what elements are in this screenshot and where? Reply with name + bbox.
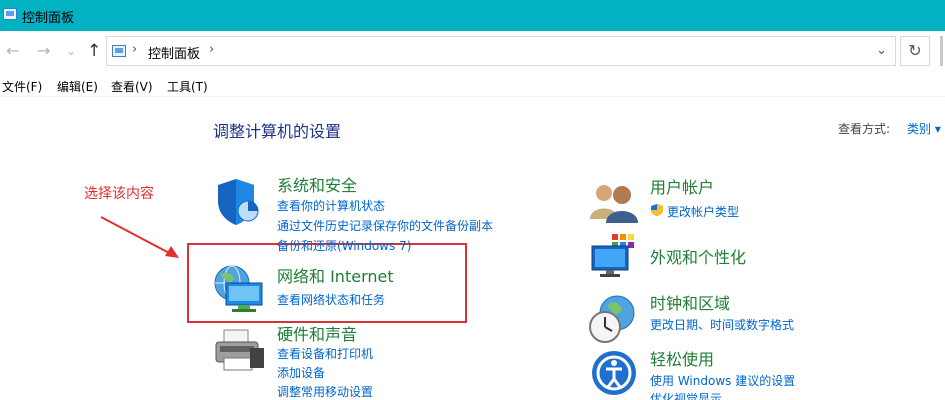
recent-locations-icon[interactable]: ⌄ — [66, 41, 76, 61]
shield-icon — [218, 179, 259, 225]
back-arrow-icon[interactable]: ← — [6, 41, 19, 61]
navigation-bar: ← → ⌄ ↑ › 控制面板 › ⌄ ↻ — [0, 31, 945, 71]
up-arrow-icon[interactable]: ↑ — [87, 41, 101, 61]
network-globe-icon — [214, 265, 263, 312]
menu-view[interactable]: 查看(V) — [111, 78, 153, 95]
clock-globe-icon — [589, 295, 635, 343]
menu-bar: 文件(F) 编辑(E) 查看(V) 工具(T) — [0, 73, 945, 97]
category-title-network-internet[interactable]: 网络和 Internet — [277, 263, 394, 287]
title-bar: 控制面板 — [0, 0, 945, 31]
link-optimize-visual-display[interactable]: 优化视觉显示 — [650, 390, 722, 400]
main-content: 调整计算机的设置 查看方式: 类别 ▾ 选择该内容 系统和安全 查看你的计算机状… — [0, 97, 945, 400]
user-accounts-icon — [590, 185, 638, 223]
printer-icon — [215, 329, 264, 371]
menu-edit[interactable]: 编辑(E) — [57, 78, 98, 95]
link-change-date-time-format[interactable]: 更改日期、时间或数字格式 — [650, 316, 794, 333]
view-by-dropdown[interactable]: 类别 ▾ — [907, 120, 941, 137]
link-view-computer-status[interactable]: 查看你的计算机状态 — [277, 197, 385, 214]
ease-of-access-icon — [592, 351, 636, 395]
category-title-system-security[interactable]: 系统和安全 — [277, 172, 357, 196]
category-title-appearance[interactable]: 外观和个性化 — [650, 244, 746, 268]
link-change-account-type[interactable]: 更改帐户类型 — [667, 203, 739, 220]
address-dropdown-icon[interactable]: ⌄ — [876, 43, 887, 58]
breadcrumb-separator[interactable]: › — [132, 42, 137, 57]
category-title-hardware-sound[interactable]: 硬件和声音 — [277, 321, 357, 345]
appearance-monitor-icon — [591, 234, 634, 277]
link-backup-restore[interactable]: 备份和还原(Windows 7) — [277, 237, 411, 254]
link-windows-suggested-settings[interactable]: 使用 Windows 建议的设置 — [650, 372, 795, 389]
control-panel-icon — [112, 45, 126, 57]
menu-file[interactable]: 文件(F) — [2, 78, 42, 95]
link-file-history[interactable]: 通过文件历史记录保存你的文件备份副本 — [277, 217, 493, 234]
uac-shield-icon — [651, 204, 663, 216]
link-add-device[interactable]: 添加设备 — [277, 364, 325, 381]
annotation-label: 选择该内容 — [84, 186, 154, 202]
window-title: 控制面板 — [22, 11, 75, 26]
category-title-user-accounts[interactable]: 用户帐户 — [650, 174, 714, 198]
menu-tools[interactable]: 工具(T) — [167, 78, 208, 95]
link-devices-printers[interactable]: 查看设备和打印机 — [277, 345, 373, 362]
link-network-status-tasks[interactable]: 查看网络状态和任务 — [277, 291, 385, 308]
page-title: 调整计算机的设置 — [213, 122, 342, 141]
link-mobility-settings[interactable]: 调整常用移动设置 — [277, 383, 373, 400]
annotation-arrow — [100, 216, 179, 258]
search-box-edge — [940, 36, 943, 66]
breadcrumb-control-panel[interactable]: 控制面板 — [148, 43, 200, 62]
address-bar[interactable]: › 控制面板 › ⌄ — [106, 36, 896, 66]
view-by-label: 查看方式: — [838, 122, 891, 136]
control-panel-icon — [3, 8, 17, 20]
forward-arrow-icon[interactable]: → — [37, 41, 50, 61]
category-title-clock-region[interactable]: 时钟和区域 — [650, 290, 730, 314]
breadcrumb-separator[interactable]: › — [209, 42, 214, 57]
category-title-ease-of-access[interactable]: 轻松使用 — [650, 346, 714, 370]
refresh-button[interactable]: ↻ — [900, 36, 930, 66]
